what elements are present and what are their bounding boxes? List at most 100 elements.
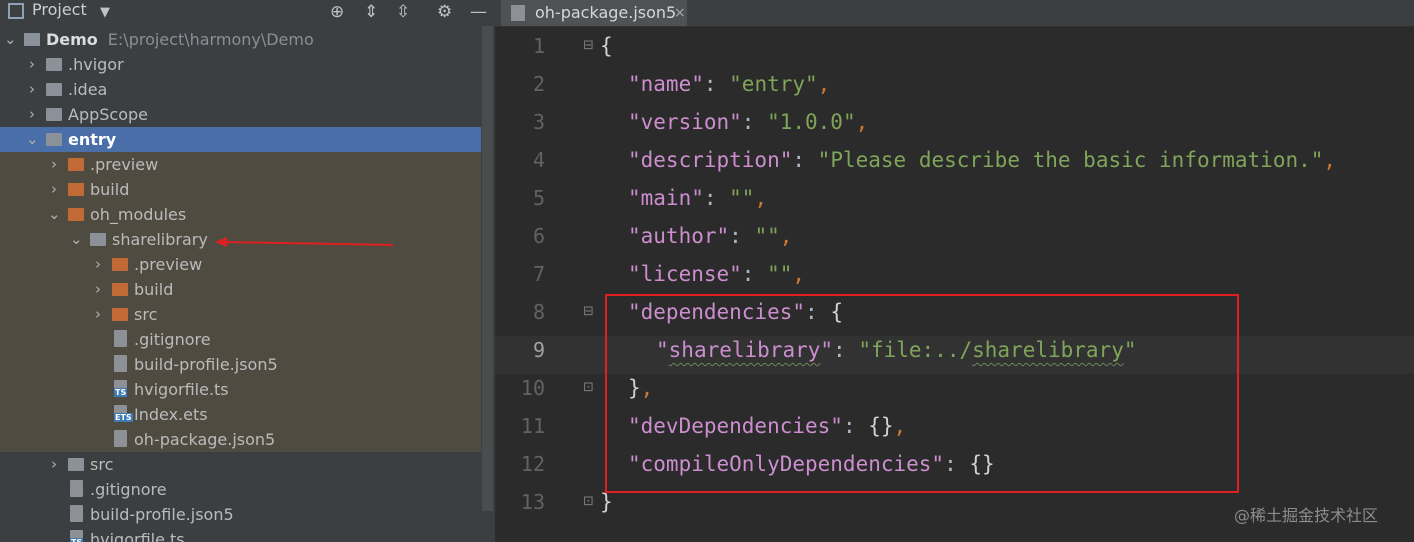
tree-item[interactable]: › src: [0, 452, 481, 477]
line-number: 13: [520, 490, 545, 514]
chevron-down-icon[interactable]: ⌄: [70, 227, 83, 252]
project-title[interactable]: Project: [32, 0, 87, 19]
file-badge: TS: [70, 538, 84, 542]
line-number: 8: [532, 300, 545, 324]
tree-item[interactable]: › src: [0, 302, 481, 327]
tree-scrollbar[interactable]: [482, 26, 493, 511]
line-number: 4: [532, 148, 545, 172]
tree-item[interactable]: › build: [0, 277, 481, 302]
expand-all-icon[interactable]: ⇕: [364, 2, 378, 22]
code-line[interactable]: "author": "",: [628, 217, 792, 255]
tree-item[interactable]: › .preview: [0, 252, 481, 277]
folder-orange-icon: [112, 258, 128, 271]
chevron-down-icon[interactable]: ⌄: [48, 202, 61, 227]
code-line[interactable]: {: [600, 27, 613, 65]
line-number: 1: [532, 34, 545, 58]
fold-marker-icon[interactable]: ⊡: [583, 369, 594, 407]
line-number: 11: [520, 414, 545, 438]
tree-item-label: build: [134, 280, 174, 299]
tree-item[interactable]: › .idea: [0, 77, 481, 102]
hide-icon[interactable]: —: [470, 2, 487, 22]
tree-item-label: build-profile.json5: [90, 505, 234, 524]
code-line[interactable]: "version": "1.0.0",: [628, 103, 868, 141]
tree-item-label: .preview: [134, 255, 203, 274]
chevron-right-icon[interactable]: ›: [92, 277, 104, 302]
tree-item[interactable]: › build: [0, 177, 481, 202]
tree-item[interactable]: build-profile.json5: [0, 502, 481, 527]
chevron-down-icon[interactable]: ⌄: [26, 127, 39, 152]
watermark: @稀土掘金技术社区: [1234, 506, 1379, 525]
chevron-right-icon[interactable]: ›: [26, 52, 38, 77]
tree-item-label: .gitignore: [90, 480, 167, 499]
folder-icon: [68, 458, 84, 471]
project-view-icon[interactable]: [8, 3, 24, 19]
tree-item-label: sharelibrary: [112, 230, 208, 249]
chevron-right-icon[interactable]: ›: [92, 302, 104, 327]
tree-item[interactable]: › .hvigor: [0, 52, 481, 77]
folder-module-icon: [46, 133, 62, 146]
tree-item-label: build: [90, 180, 130, 199]
folder-orange-icon: [68, 208, 84, 221]
code-line[interactable]: "main": "",: [628, 179, 767, 217]
file-badge: ETS: [114, 413, 133, 422]
tree-item[interactable]: ⌄ oh_modules: [0, 202, 481, 227]
chevron-right-icon[interactable]: ›: [48, 152, 60, 177]
tree-item-label: src: [134, 305, 158, 324]
tree-item[interactable]: oh-package.json5: [0, 427, 481, 452]
tree-item[interactable]: TS hvigorfile.ts: [0, 377, 481, 402]
chevron-right-icon[interactable]: ›: [48, 452, 60, 477]
fold-marker-icon[interactable]: ⊡: [583, 483, 594, 521]
project-panel: Project ▼ ⊕ ⇕ ⇳ ⚙ — ⌄ Demo E:\project\harm…: [0, 0, 495, 542]
tab-oh-package[interactable]: oh-package.json5 ×: [501, 0, 687, 26]
file-badge: TS: [114, 388, 128, 397]
tree-item-label: entry: [68, 130, 117, 149]
line-number: 10: [520, 376, 545, 400]
tree-item-label: .hvigor: [68, 55, 124, 74]
folder-orange-icon: [112, 283, 128, 296]
tab-label: oh-package.json5: [535, 3, 677, 22]
close-icon[interactable]: ×: [674, 0, 686, 26]
tree-item[interactable]: .gitignore: [0, 477, 481, 502]
line-number: 7: [532, 262, 545, 286]
chevron-down-icon[interactable]: ⌄: [4, 27, 17, 52]
file-config-icon: [114, 330, 127, 347]
line-number: 3: [532, 110, 545, 134]
fold-marker-icon[interactable]: ⊟: [583, 293, 594, 331]
file-config-icon: [511, 5, 525, 21]
tree-item-label: Index.ets: [134, 405, 208, 424]
line-number: 9: [532, 338, 545, 362]
line-number: 5: [532, 186, 545, 210]
chevron-right-icon[interactable]: ›: [26, 102, 38, 127]
tree-item-label: oh_modules: [90, 205, 187, 224]
line-number: 12: [520, 452, 545, 476]
tree-item[interactable]: ⌄ entry: [0, 127, 481, 152]
tree-item[interactable]: ⌄ Demo E:\project\harmony\Demo: [0, 27, 481, 52]
tree-item[interactable]: › AppScope: [0, 102, 481, 127]
file-config-icon: [114, 430, 127, 447]
tree-item[interactable]: TS hvigorfile.ts: [0, 527, 481, 542]
tree-item[interactable]: build-profile.json5: [0, 352, 481, 377]
tree-item-label: oh-package.json5: [134, 430, 276, 449]
code-line[interactable]: "description": "Please describe the basi…: [628, 141, 1336, 179]
folder-icon: [46, 58, 62, 71]
fold-marker-icon[interactable]: ⊟: [583, 27, 594, 65]
code-line[interactable]: "name": "entry",: [628, 65, 830, 103]
chevron-right-icon[interactable]: ›: [48, 177, 60, 202]
code-line[interactable]: "license": "",: [628, 255, 805, 293]
chevron-right-icon[interactable]: ›: [26, 77, 38, 102]
project-toolbar: Project ▼ ⊕ ⇕ ⇳ ⚙ —: [0, 0, 495, 26]
collapse-all-icon[interactable]: ⇳: [396, 2, 410, 22]
tree-item-label: src: [90, 455, 114, 474]
tree-item[interactable]: › .preview: [0, 152, 481, 177]
annotation-arrow: [215, 237, 394, 247]
tree-item[interactable]: .gitignore: [0, 327, 481, 352]
tree-item-label: .gitignore: [134, 330, 211, 349]
file-config-icon: [114, 355, 127, 372]
file-config-icon: [70, 480, 83, 497]
folder-module-icon: [24, 33, 40, 46]
gear-icon[interactable]: ⚙: [437, 2, 452, 22]
tree-item[interactable]: ETS Index.ets: [0, 402, 481, 427]
chevron-down-icon[interactable]: ▼: [100, 5, 110, 20]
locate-icon[interactable]: ⊕: [330, 2, 344, 22]
chevron-right-icon[interactable]: ›: [92, 252, 104, 277]
